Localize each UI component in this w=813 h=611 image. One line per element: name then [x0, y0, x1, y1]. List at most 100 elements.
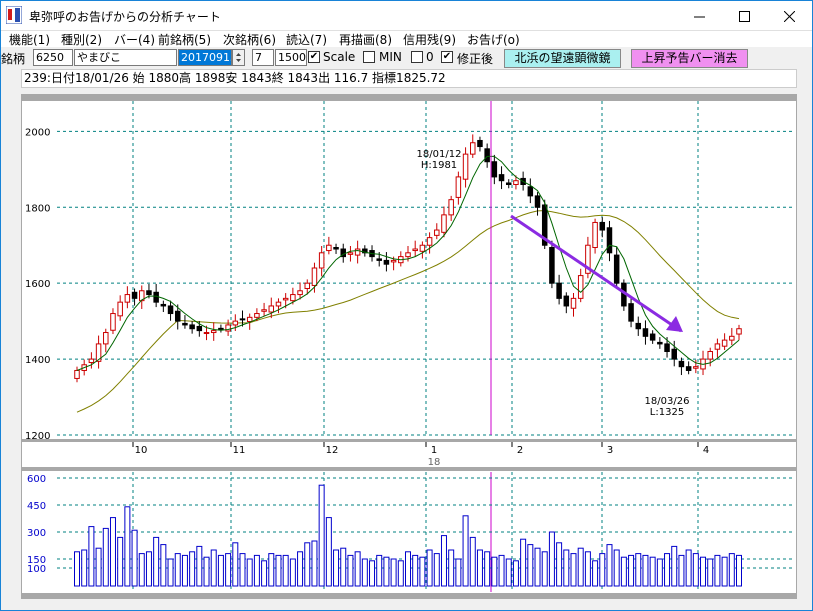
candle-body — [477, 139, 483, 148]
candle-body — [117, 301, 123, 317]
candle-body — [232, 320, 239, 326]
high-value-label: H:1981 — [421, 160, 457, 171]
candle-body — [182, 322, 188, 326]
volume-bar — [376, 554, 383, 587]
candle-body — [297, 290, 303, 296]
date-field[interactable]: 20170913 — [178, 49, 232, 66]
candle-body — [218, 327, 224, 330]
candle-body — [628, 303, 634, 322]
volume-bar — [196, 545, 203, 587]
volume-bar — [592, 560, 599, 587]
candle-body — [693, 366, 699, 369]
month-label: 11 — [233, 445, 246, 456]
low-date-label: 18/03/26 — [645, 396, 690, 407]
candle-body — [613, 254, 620, 284]
candle-body — [707, 351, 713, 360]
candle-body — [534, 195, 541, 208]
stock-code-field[interactable]: 6250 — [33, 49, 73, 66]
candle-body — [462, 153, 469, 180]
candle-body — [196, 325, 203, 332]
volume-bar — [505, 558, 512, 587]
close-button[interactable] — [767, 1, 812, 31]
zero-checkbox[interactable] — [411, 51, 423, 63]
adjust-checkbox[interactable]: ✔ — [441, 51, 453, 63]
month-label: 10 — [135, 445, 148, 456]
width-field[interactable]: 1500 — [275, 49, 307, 66]
clear-forecast-button[interactable]: 上昇予告バー消去 — [631, 49, 748, 68]
volume-bar — [433, 553, 440, 587]
candle-body — [563, 295, 570, 307]
volume-bar — [419, 556, 426, 587]
volume-bar — [74, 551, 80, 587]
volume-bar — [102, 527, 109, 587]
span-field[interactable]: 7 — [252, 49, 274, 66]
candle-body — [246, 316, 253, 323]
volume-bar — [282, 554, 289, 587]
menu-bar-option[interactable]: バー(4) — [114, 31, 155, 48]
candle-body — [556, 282, 562, 299]
month-label: 4 — [703, 445, 709, 456]
volume-bar — [124, 506, 131, 587]
candle-body — [642, 328, 649, 337]
candle-body — [88, 358, 95, 364]
menu-next-stock[interactable]: 次銘柄(6) — [223, 31, 276, 48]
candle-body — [549, 247, 555, 284]
stock-name-field[interactable]: やまびこ — [74, 49, 177, 66]
candle-body — [736, 328, 742, 335]
candle-body — [455, 176, 462, 198]
candle-body — [376, 258, 382, 261]
candle-body — [124, 294, 131, 303]
candle-body — [239, 318, 246, 321]
candle-body — [333, 247, 339, 250]
volume-bar — [81, 549, 88, 587]
volume-tick-label: 600 — [27, 474, 46, 485]
candle-body — [606, 227, 613, 254]
volume-bar — [210, 549, 217, 587]
volume-bar — [635, 553, 642, 587]
candle-body — [513, 180, 519, 185]
price-panel — [22, 101, 796, 439]
volume-bar — [527, 544, 534, 587]
menu-function[interactable]: 機能(1) — [9, 31, 50, 48]
menu-prev-stock[interactable]: 前銘柄(5) — [158, 31, 211, 48]
candle-body — [311, 267, 318, 286]
volume-bar — [440, 535, 447, 587]
maximize-button[interactable] — [722, 1, 767, 31]
volume-tick-label: 300 — [27, 528, 46, 539]
volume-tick-label: 450 — [27, 501, 46, 512]
window-title: 卑弥呼のお告げからの分析チャート — [29, 10, 221, 24]
toolbar: 銘柄 6250 やまびこ 20170913 7 1500 ✔ Scale MIN… — [1, 47, 812, 69]
scale-label: Scale — [323, 50, 356, 64]
minimize-button[interactable] — [677, 1, 722, 31]
candle-body — [419, 244, 426, 252]
volume-bar — [347, 554, 354, 587]
menu-credit[interactable]: 信用残(9) — [403, 31, 456, 48]
date-spinner[interactable] — [232, 49, 245, 66]
low-value-label: L:1325 — [650, 407, 684, 418]
year-label: 18 — [428, 457, 441, 468]
candle-body — [570, 297, 577, 309]
min-checkbox[interactable] — [363, 51, 375, 63]
menu-type[interactable]: 種別(2) — [61, 31, 102, 48]
menu-redraw[interactable]: 再描画(8) — [339, 31, 392, 48]
month-label: 12 — [326, 445, 339, 456]
candle-body — [491, 161, 498, 178]
volume-bar — [728, 553, 735, 587]
volume-bar — [563, 549, 570, 587]
menu-oracle[interactable]: お告げ(o) — [467, 31, 520, 48]
volume-bar — [736, 554, 742, 587]
scale-checkbox[interactable]: ✔ — [308, 51, 320, 63]
volume-bar — [556, 542, 563, 587]
kitahama-button[interactable]: 北浜の望遠顕微鏡 — [504, 49, 621, 68]
volume-bar — [541, 551, 548, 587]
menu-bar: 機能(1) 種別(2) バー(4) 前銘柄(5) 次銘柄(6) 読込(7) 再描… — [1, 31, 812, 47]
volume-bar — [340, 547, 347, 587]
volume-bar — [584, 551, 591, 587]
menu-load[interactable]: 読込(7) — [286, 31, 327, 48]
price-volume-chart[interactable]: 10 11 12 1 2 3 4182000180016001400120018/01/12… — [21, 94, 797, 599]
volume-bar — [383, 556, 390, 587]
maximize-icon — [739, 10, 750, 22]
volume-bar — [707, 558, 714, 587]
candle-body — [354, 248, 361, 256]
candle-body — [390, 259, 397, 263]
